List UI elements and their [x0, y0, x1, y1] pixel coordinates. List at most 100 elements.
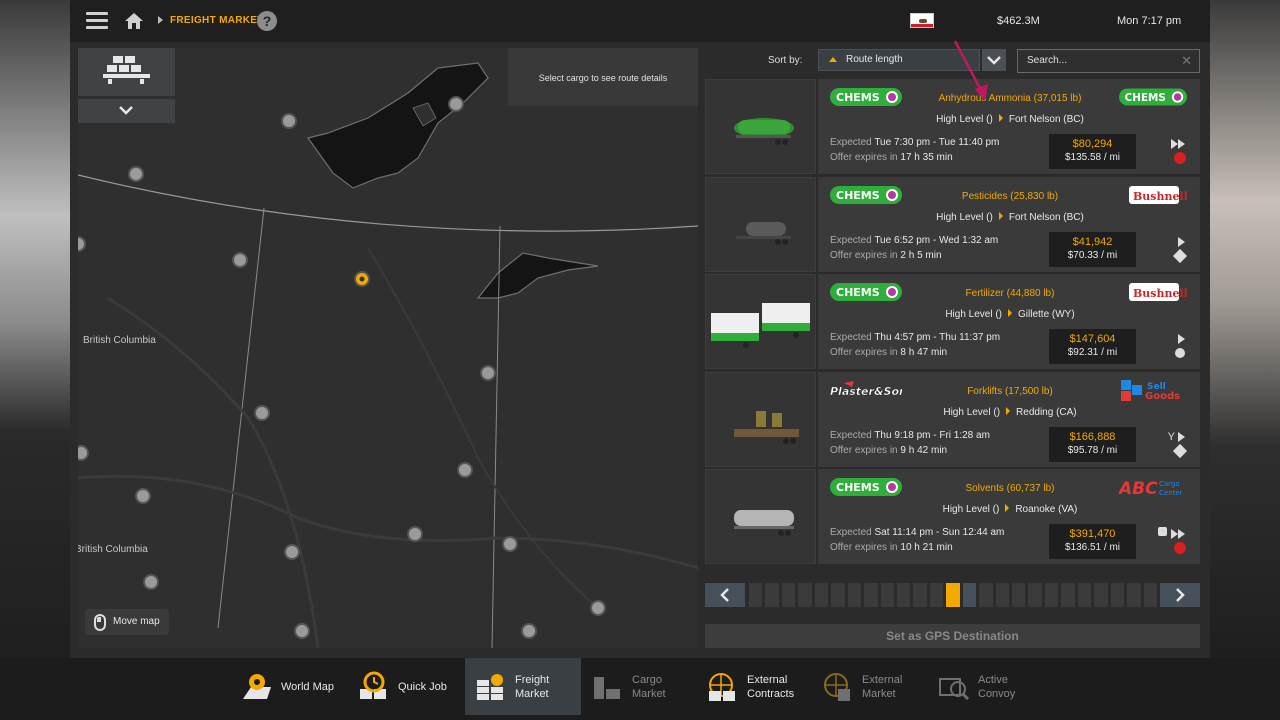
origin-city: High Level () [945, 309, 1003, 320]
page-cell[interactable] [946, 583, 960, 607]
clear-search-icon[interactable]: ✕ [1181, 50, 1192, 72]
search-input[interactable]: Search... ✕ [1017, 49, 1200, 73]
page-cell[interactable] [913, 583, 927, 607]
job-row[interactable]: CHEMS Solvents (60,737 lb) ABC Cargo Cen… [705, 469, 1200, 564]
page-cell[interactable] [831, 583, 845, 607]
page-cell[interactable] [1143, 583, 1157, 607]
origin-city: High Level () [936, 211, 993, 223]
page-cell[interactable] [1110, 583, 1125, 607]
page-cell[interactable] [864, 583, 878, 607]
nav-quick-job[interactable]: Quick Job [358, 658, 458, 715]
route: High Level () Gillette (WY) [910, 309, 1110, 320]
page-cell[interactable] [765, 583, 779, 607]
sort-label: Sort by: [768, 55, 803, 66]
page-cell[interactable] [1127, 583, 1141, 607]
active-convoy-icon [939, 677, 970, 700]
trailer-thumbnail [705, 79, 816, 174]
external-contracts-icon [709, 672, 735, 701]
next-page-button[interactable] [1160, 583, 1200, 607]
page-cell[interactable] [979, 583, 993, 607]
diamond-icon [1172, 248, 1188, 263]
map-canvas[interactable] [78, 48, 698, 648]
page-cell[interactable] [1012, 583, 1026, 607]
nav-label: World Map [281, 680, 334, 693]
page-indicator [749, 583, 1157, 607]
offer-expires: Offer expires in 2 h 5 min [830, 249, 942, 261]
breadcrumb[interactable]: FREIGHT MARKET [170, 15, 264, 26]
page-cell[interactable] [929, 583, 944, 607]
prev-page-button[interactable] [705, 583, 745, 607]
trailer-thumbnail [705, 274, 816, 369]
job-row[interactable]: CHEMS Anhydrous Ammonia (37,015 lb) CHEM… [705, 40, 1200, 174]
job-row[interactable]: Plaster&Sons Forklifts (17,500 lb) Sell … [705, 371, 1200, 467]
map-expand-button[interactable] [78, 99, 175, 123]
route: High Level () Fort Nelson (BC) [910, 114, 1110, 125]
price-per-mile: $95.78 / mi [1067, 444, 1118, 456]
diamond-icon [1172, 443, 1188, 458]
page-cell[interactable] [1044, 583, 1059, 607]
nav-world-map[interactable]: World Map [241, 658, 351, 715]
job-list: CHEMS Anhydrous Ammonia (37,015 lb) CHEM… [705, 40, 1200, 567]
svg-text:Goods: Goods [1145, 391, 1180, 401]
set-gps-destination-button[interactable]: Set as GPS Destination [705, 624, 1200, 648]
freight-market-icon [477, 673, 503, 700]
page-cell[interactable] [896, 583, 911, 607]
destination-city: Gillette (WY) [1018, 309, 1075, 320]
help-button[interactable]: ? [257, 11, 277, 31]
move-map-label: Move map [113, 616, 160, 627]
trailer-thumbnail [705, 371, 816, 467]
background-left [0, 0, 70, 720]
page-cell[interactable] [814, 583, 829, 607]
job-row[interactable]: CHEMS Fertilizer (44,880 lb) Bushnell Hi… [705, 274, 1200, 369]
page-cell[interactable] [847, 583, 862, 607]
map-layer-button[interactable] [78, 48, 175, 96]
page-cell[interactable] [749, 583, 763, 607]
page-cell[interactable] [1094, 583, 1108, 607]
page-cell[interactable] [781, 583, 796, 607]
price-per-mile: $135.58 / mi [1064, 152, 1121, 163]
price: $80,294 [1072, 138, 1113, 150]
external-market-icon [824, 672, 850, 701]
page-cell[interactable] [1061, 583, 1075, 607]
chemso-logo-icon: CHEMS [830, 478, 902, 496]
nav-label: External Market [862, 673, 903, 700]
nav-freight-market[interactable]: Freight Market [465, 658, 581, 715]
nav-external-market[interactable]: External Market [822, 658, 932, 715]
destination-city: Roanoke (VA) [1015, 504, 1078, 515]
page-cell[interactable] [1077, 583, 1092, 607]
page-cell[interactable] [962, 583, 977, 607]
nav-label: Cargo Market [632, 673, 666, 700]
page-cell[interactable] [995, 583, 1009, 607]
chevron-down-icon [119, 106, 133, 115]
region-label: British Columbia [78, 544, 148, 555]
price-per-mile: $92.31 / mi [1067, 347, 1118, 358]
money-balance: $462.3M [997, 15, 1040, 27]
job-tags [1167, 332, 1187, 362]
nav-label: Quick Job [398, 680, 447, 693]
price-box: $391,470 $136.51 / mi [1049, 524, 1136, 559]
destination-city: Fort Nelson (BC) [1008, 211, 1084, 223]
nav-active-convoy[interactable]: Active Convoy [938, 658, 1048, 715]
sell-goods-logo-icon: Sell Goods [1121, 379, 1180, 401]
nav-cargo-market[interactable]: Cargo Market [592, 658, 702, 715]
price-box: $147,604 $92.31 / mi [1049, 329, 1136, 364]
chevron-right-icon [1176, 588, 1185, 602]
page-cell[interactable] [880, 583, 894, 607]
destination-city: Redding (CA) [1016, 406, 1077, 418]
map-view[interactable]: Select cargo to see route details Britis… [78, 48, 698, 648]
job-row[interactable]: CHEMS Pesticides (25,830 lb) Bushnell Hi… [705, 176, 1200, 272]
route: High Level () Fort Nelson (BC) [910, 211, 1110, 223]
fragile-glass-icon: Y [1167, 430, 1175, 443]
chemso-logo-icon: CHEMS [830, 185, 902, 204]
fast-forward-icon [1178, 529, 1185, 539]
menu-icon[interactable] [86, 12, 108, 30]
home-icon[interactable] [124, 12, 144, 30]
page-cell[interactable] [798, 583, 812, 607]
page-cell[interactable] [1028, 583, 1042, 607]
bushnell-logo-icon: Bushnell [1129, 283, 1187, 301]
nav-external-contracts[interactable]: External Contracts [707, 658, 817, 715]
svg-text:CHEMS: CHEMS [836, 91, 880, 104]
sort-ascending-icon [829, 57, 837, 62]
svg-text:Bushnell: Bushnell [1133, 190, 1187, 203]
expected-time: Expected Tue 7:30 pm - Tue 11:40 pm [830, 137, 1000, 148]
